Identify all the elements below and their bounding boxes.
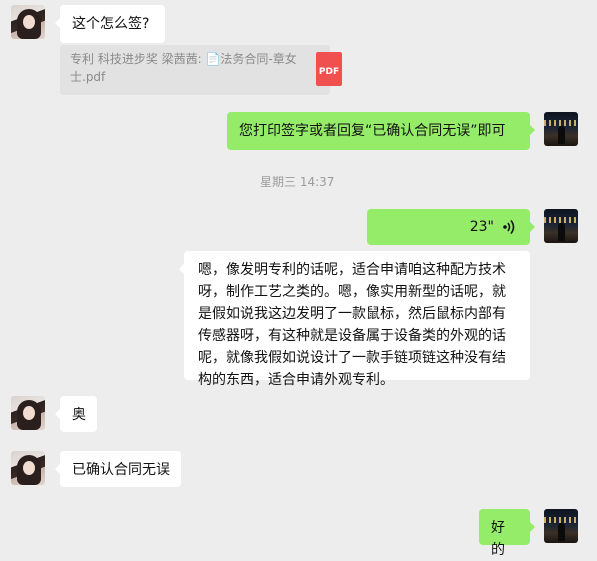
message-text: 已确认合同无误 [72, 462, 170, 478]
message-bubble-received[interactable]: 奥 [55, 396, 97, 432]
timestamp: 星期三 14:37 [260, 175, 335, 189]
avatar-contact[interactable] [11, 5, 45, 39]
message-text: 您打印签字或者回复“已确认合同无误”即可 [239, 123, 506, 139]
message-bubble-sent[interactable]: 您打印签字或者回复“已确认合同无误”即可 [227, 112, 535, 150]
avatar-self[interactable] [544, 209, 578, 243]
avatar-self[interactable] [544, 509, 578, 543]
message-bubble-received[interactable]: 已确认合同无误 [55, 451, 181, 487]
voice-transcription[interactable]: 嗯，像发明专利的话呢，适合申请咱这种配方技术呀，制作工艺之类的。嗯，像实用新型的… [179, 251, 530, 388]
message-text: 好的 [491, 520, 505, 558]
pdf-file-icon: PDF [316, 52, 342, 86]
avatar-self[interactable] [544, 112, 578, 146]
message-text: 这个怎么签? [72, 16, 150, 32]
avatar-contact[interactable] [11, 451, 45, 485]
message-bubble-sent[interactable]: 好的 [479, 509, 535, 558]
avatar-contact[interactable] [11, 396, 45, 430]
message-text: 奥 [72, 407, 86, 423]
quote-line-2: 士.pdf [70, 70, 106, 84]
quote-line-1: 专利 科技进步奖 梁茜茜: 📄法务合同-章女 [70, 52, 297, 66]
voice-wave-icon [503, 220, 515, 234]
transcription-text: 嗯，像发明专利的话呢，适合申请咱这种配方技术呀，制作工艺之类的。嗯，像实用新型的… [198, 262, 506, 388]
message-bubble-received[interactable]: 这个怎么签? [55, 5, 165, 43]
voice-message-bubble[interactable]: 23" [367, 209, 535, 245]
quoted-file-message[interactable]: 专利 科技进步奖 梁茜茜: 📄法务合同-章女 士.pdf PDF [60, 45, 342, 95]
voice-duration: 23" [469, 219, 494, 235]
